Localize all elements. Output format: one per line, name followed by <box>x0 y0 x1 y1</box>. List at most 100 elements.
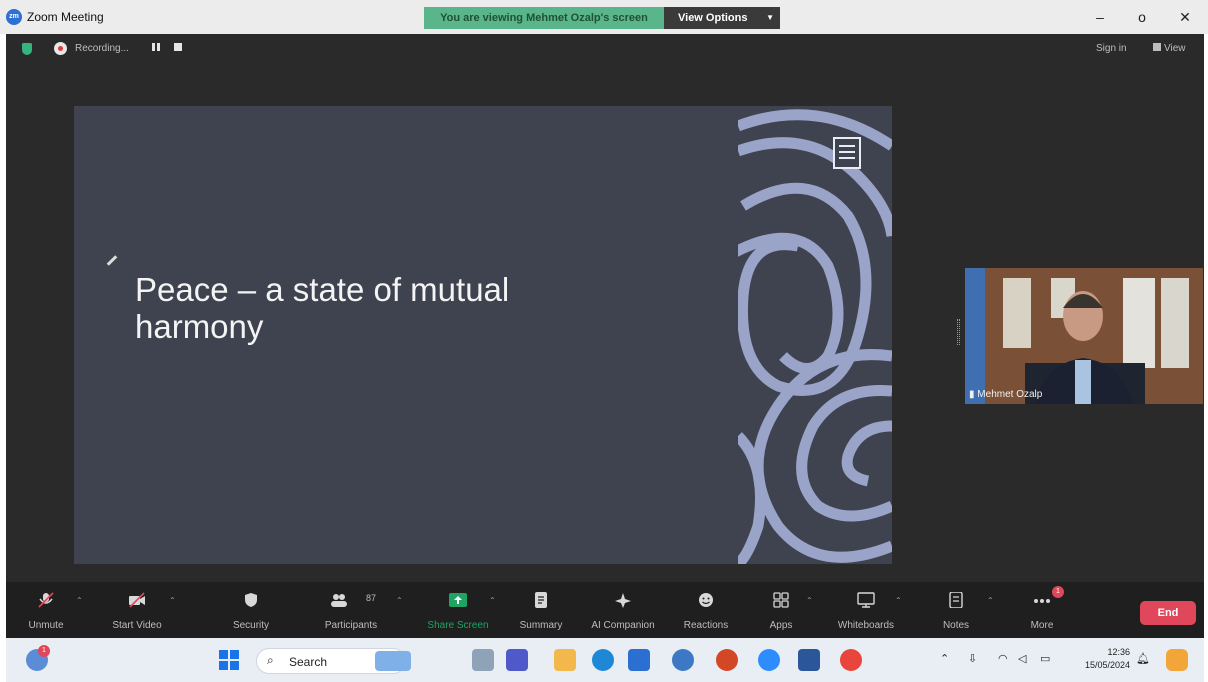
summary-button[interactable]: Summary <box>511 582 571 638</box>
video-options-chevron-icon[interactable]: ⌃ <box>169 596 176 605</box>
clock-time: 12:36 <box>1107 647 1130 657</box>
search-highlight-icon <box>375 651 411 671</box>
view-button[interactable]: View <box>1153 43 1186 54</box>
whiteboards-button[interactable]: Whiteboards <box>826 582 906 638</box>
unmute-label: Unmute <box>28 620 64 631</box>
apps-label: Apps <box>769 620 793 631</box>
notes-label: Notes <box>942 620 970 631</box>
edge-browser-icon[interactable] <box>592 649 614 671</box>
participants-button[interactable]: 87 Participants <box>311 582 391 638</box>
view-options-label: View Options <box>678 12 748 24</box>
apps-button[interactable]: Apps <box>751 582 811 638</box>
participant-name: Mehmet Ozalp <box>977 389 1043 400</box>
sign-in-link[interactable]: Sign in <box>1096 43 1127 54</box>
audio-options-chevron-icon[interactable]: ⌃ <box>76 596 83 605</box>
show-hidden-icons-chevron-icon[interactable]: ⌃ <box>940 652 949 665</box>
speaker-icon[interactable]: ◁ <box>1018 652 1026 665</box>
window-title: Zoom Meeting <box>27 10 104 24</box>
ai-companion-button[interactable]: AI Companion <box>581 582 665 638</box>
panel-resize-handle[interactable] <box>957 319 960 345</box>
windows-taskbar: 1 ⌕ Search ⌃ ⇩ ◠ ◁ ▭ 12:36 15/05/2024 🔔︎ <box>6 638 1204 682</box>
chrome-icon[interactable] <box>840 649 862 671</box>
participant-video[interactable]: ▮ Mehmet Ozalp <box>965 268 1203 404</box>
more-button[interactable]: 1 More <box>1012 582 1072 638</box>
recording-icon <box>54 42 67 55</box>
slide-decorative-pattern <box>738 106 892 564</box>
end-meeting-button[interactable]: End <box>1140 601 1196 625</box>
notes-icon <box>949 592 963 608</box>
teams-icon[interactable] <box>506 649 528 671</box>
weather-widget-icon[interactable]: 1 <box>26 645 50 671</box>
store-icon[interactable] <box>628 649 650 671</box>
powerpoint-icon[interactable] <box>716 649 738 671</box>
unmute-button[interactable]: Unmute <box>16 582 76 638</box>
minimize-button[interactable]: – <box>1085 6 1115 28</box>
share-options-chevron-icon[interactable]: ⌃ <box>489 596 496 605</box>
shared-slide: Peace – a state of mutual harmony <box>74 106 892 564</box>
task-view-icon[interactable] <box>472 649 494 671</box>
notes-button[interactable]: Notes <box>926 582 986 638</box>
participant-name-label: ▮ Mehmet Ozalp <box>969 389 1042 400</box>
weather-badge: 1 <box>38 645 50 657</box>
copilot-icon[interactable] <box>1166 649 1188 671</box>
taskbar-search-box[interactable]: ⌕ Search <box>256 648 411 674</box>
clock-date: 15/05/2024 <box>1084 660 1130 670</box>
reactions-label: Reactions <box>683 620 729 631</box>
participants-count: 87 <box>366 593 377 603</box>
stop-recording-icon[interactable] <box>174 43 182 51</box>
battery-icon[interactable]: ▭ <box>1040 652 1050 665</box>
apps-icon <box>773 592 789 608</box>
recording-label: Recording... <box>75 43 129 54</box>
zoom-app-icon[interactable] <box>758 649 780 671</box>
notes-chevron-icon[interactable]: ⌃ <box>987 596 994 605</box>
more-notification-badge: 1 <box>1052 586 1064 598</box>
settings-gear-icon[interactable] <box>672 649 694 671</box>
more-label: More <box>1030 620 1054 631</box>
notification-bell-icon[interactable]: 🔔︎ <box>1136 652 1150 665</box>
pause-recording-icon-bar <box>157 43 160 51</box>
close-button[interactable]: ✕ <box>1170 6 1200 28</box>
reactions-button[interactable]: Reactions <box>676 582 736 638</box>
participants-chevron-icon[interactable]: ⌃ <box>396 596 403 605</box>
word-icon[interactable] <box>798 649 820 671</box>
taskbar-clock[interactable]: 12:36 15/05/2024 <box>1070 646 1130 672</box>
share-screen-icon <box>449 593 467 607</box>
pencil-icon <box>106 255 118 266</box>
shield-icon <box>245 593 257 607</box>
taskbar-search-label: Search <box>289 655 328 669</box>
participants-label: Participants <box>324 620 378 631</box>
whiteboards-label: Whiteboards <box>837 620 895 631</box>
slide-title-line-1: Peace – a state of mutual <box>135 271 510 308</box>
summary-label: Summary <box>519 620 563 631</box>
view-options-button[interactable]: View Options ▼ <box>664 7 780 29</box>
shield-icon[interactable] <box>22 43 32 55</box>
slide-title-line-2: harmony <box>135 308 264 345</box>
sparkle-icon <box>615 593 631 608</box>
title-bar: zm Zoom Meeting You are viewing Mehmet O… <box>0 0 1208 34</box>
slide-title: Peace – a state of mutual harmony <box>135 271 655 345</box>
security-button[interactable]: Security <box>221 582 281 638</box>
more-dots-icon <box>1034 599 1050 603</box>
share-screen-button[interactable]: Share Screen <box>418 582 498 638</box>
start-video-button[interactable]: Start Video <box>102 582 172 638</box>
view-label: View <box>1164 43 1186 54</box>
wifi-icon[interactable]: ◠ <box>998 652 1008 665</box>
participant-video-frame <box>965 268 1203 404</box>
start-video-label: Start Video <box>112 620 162 631</box>
zoom-logo-icon: zm <box>6 9 22 25</box>
whiteboards-chevron-icon[interactable]: ⌃ <box>895 596 902 605</box>
viewing-banner: You are viewing Mehmet Ozalp's screen <box>424 7 664 29</box>
chevron-down-icon: ▼ <box>766 13 774 22</box>
maximize-button[interactable]: o <box>1127 6 1157 28</box>
apps-chevron-icon[interactable]: ⌃ <box>806 596 813 605</box>
file-explorer-icon[interactable] <box>554 649 576 671</box>
meeting-stage: Recording... Sign in View Peace – a stat… <box>6 34 1204 638</box>
security-label: Security <box>232 620 270 631</box>
windows-start-icon[interactable] <box>218 649 240 671</box>
whiteboard-icon <box>857 592 875 608</box>
search-icon: ⌕ <box>267 653 274 667</box>
summary-icon <box>535 592 547 608</box>
pause-recording-icon[interactable] <box>152 43 155 51</box>
usb-icon[interactable]: ⇩ <box>968 652 977 665</box>
meeting-toolbar: Unmute ⌃ Start Video ⌃ Security 87 Parti… <box>6 582 1204 638</box>
